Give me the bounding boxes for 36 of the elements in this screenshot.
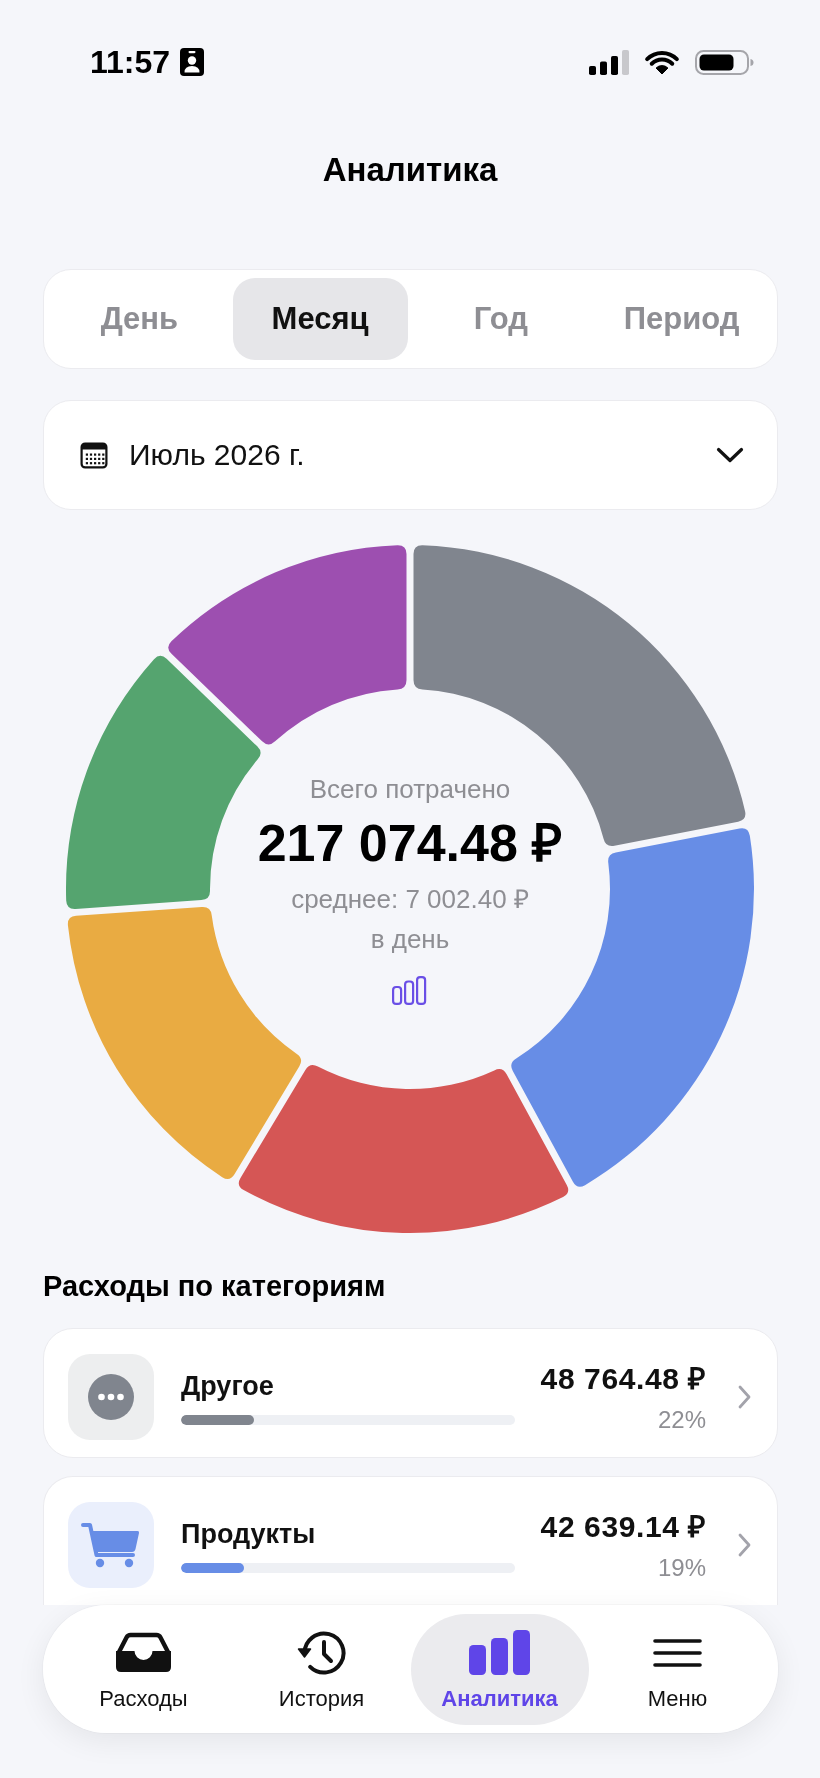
total-caption: Всего потрачено bbox=[309, 773, 511, 804]
total-amount: 217 074.48 ₽ bbox=[257, 812, 563, 873]
screen-title: Аналитика bbox=[322, 150, 498, 190]
nav-tab[interactable]: История bbox=[232, 1613, 411, 1725]
contact-card-icon bbox=[180, 48, 205, 76]
category-name: Другое bbox=[181, 1370, 274, 1403]
chevron-right-icon bbox=[738, 1532, 751, 1557]
shopping-cart-icon bbox=[68, 1501, 154, 1588]
category-row[interactable]: Другое 48 764.48 ₽ 22% bbox=[43, 1328, 778, 1458]
category-name: Продукты bbox=[181, 1517, 316, 1551]
period-tab[interactable]: Месяц bbox=[232, 278, 408, 360]
history-icon bbox=[295, 1629, 348, 1676]
calendar-icon bbox=[80, 441, 108, 469]
average-period-label: в день bbox=[370, 923, 450, 954]
nav-tab[interactable]: Аналитика bbox=[410, 1613, 589, 1725]
wifi-icon bbox=[644, 49, 680, 75]
category-row[interactable]: Продукты 42 639.14 ₽ 19% bbox=[43, 1475, 778, 1605]
month-picker[interactable]: Июль 2026 г. bbox=[43, 400, 778, 510]
category-percent: 19% bbox=[657, 1552, 706, 1583]
status-time: 11:57 bbox=[90, 44, 171, 80]
daily-average: среднее: 7 002.40 ₽ bbox=[291, 883, 529, 914]
menu-icon bbox=[653, 1638, 702, 1667]
more-dots-icon bbox=[68, 1354, 154, 1440]
battery-icon bbox=[695, 49, 754, 75]
tray-icon bbox=[115, 1632, 172, 1673]
section-heading: Расходы по категориям bbox=[43, 1269, 386, 1303]
category-amount: 48 764.48 ₽ bbox=[540, 1361, 706, 1397]
chevron-right-icon bbox=[738, 1385, 751, 1409]
category-percent: 22% bbox=[657, 1405, 706, 1435]
chevron-down-icon bbox=[716, 447, 744, 463]
nav-tab[interactable]: Меню bbox=[588, 1613, 767, 1725]
bar-chart-icon bbox=[469, 1630, 530, 1675]
nav-tab[interactable]: Расходы bbox=[54, 1613, 233, 1725]
bar-chart-icon[interactable] bbox=[392, 975, 428, 1005]
signal-icon bbox=[589, 49, 629, 75]
category-amount: 42 639.14 ₽ bbox=[540, 1508, 706, 1545]
